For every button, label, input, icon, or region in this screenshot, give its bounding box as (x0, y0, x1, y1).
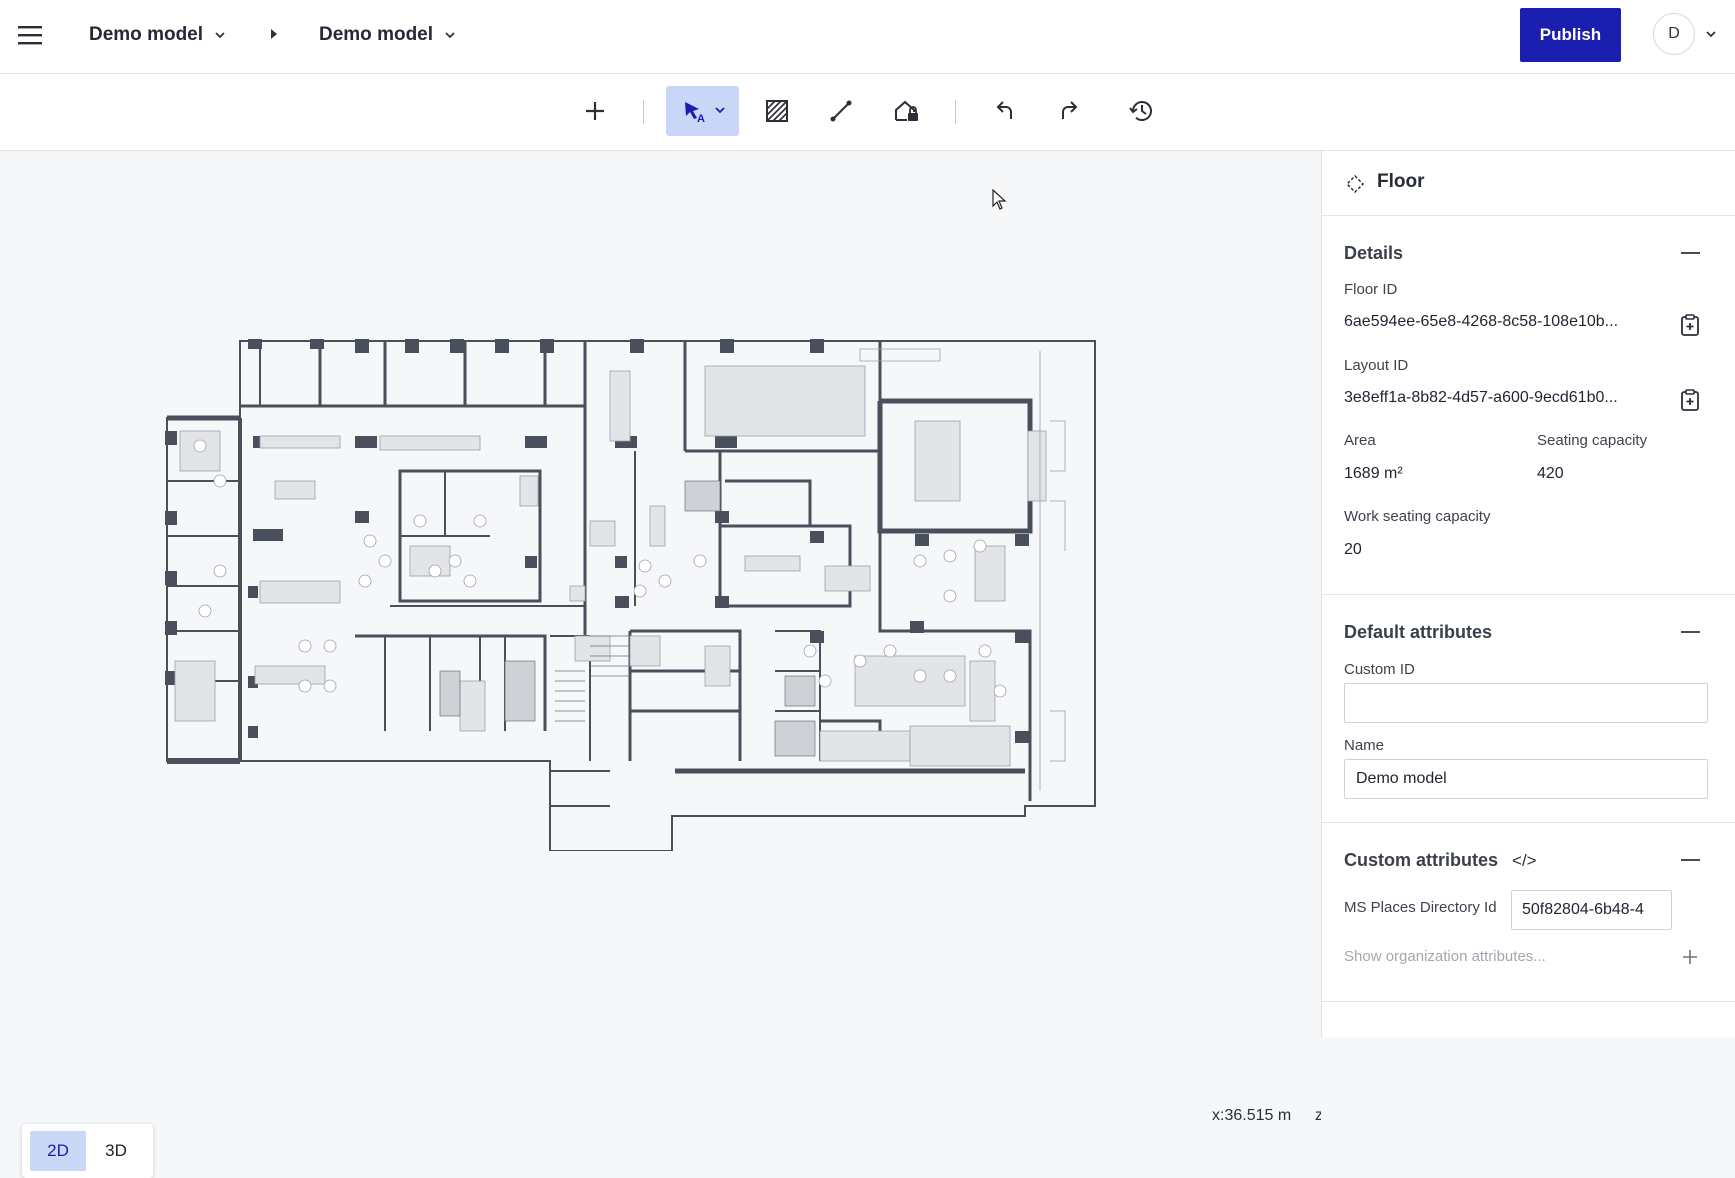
redo-icon (1062, 101, 1078, 119)
collapse-custom-attributes-button[interactable] (1678, 850, 1704, 870)
ms-places-directory-id-label: MS Places Directory Id (1344, 899, 1497, 916)
name-input[interactable] (1344, 759, 1708, 799)
collapse-details-button[interactable] (1678, 243, 1704, 263)
view-3d-button[interactable]: 3D (88, 1131, 144, 1171)
toolbar-divider (643, 100, 644, 124)
breadcrumb-floor[interactable]: Demo model (319, 18, 457, 52)
layout-id-value: 3e8eff1a-8b82-4d57-a600-9ecd61b0... (1344, 389, 1618, 406)
redo-button[interactable] (1044, 86, 1094, 136)
hatch-area-icon (766, 100, 788, 122)
copy-floor-id-icon[interactable] (1678, 313, 1702, 337)
floor-plan-canvas[interactable]: x:36.515 m z 2D 3D (0, 151, 1321, 1178)
chevron-down-icon[interactable] (1704, 27, 1718, 41)
work-seating-capacity-value: 20 (1344, 541, 1362, 558)
floor-icon (1346, 175, 1364, 193)
section-divider (1322, 822, 1735, 823)
line-icon (830, 100, 852, 122)
layout-id-label: Layout ID (1344, 357, 1409, 374)
panel-title: Floor (1377, 171, 1425, 192)
area-label: Area (1344, 432, 1376, 449)
properties-panel: Floor Details Floor ID 6ae594ee-65e8-426… (1321, 151, 1735, 1037)
cursor-coordinate: x:36.515 m (1212, 1107, 1292, 1124)
view-mode-toggle: 2D 3D (22, 1124, 153, 1178)
line-tool-button[interactable] (816, 86, 866, 136)
chevron-down-icon (215, 32, 225, 39)
breadcrumb-separator-icon (271, 29, 277, 39)
name-label: Name (1344, 737, 1385, 754)
undo-icon (996, 101, 1012, 119)
code-icon[interactable]: </> (1512, 851, 1537, 871)
breadcrumb-floor-label: Demo model (319, 24, 434, 45)
fill-shape-tool-button[interactable] (882, 86, 932, 136)
default-attributes-section-title: Default attributes (1344, 622, 1493, 642)
menu-icon[interactable] (16, 22, 46, 48)
publish-button[interactable]: Publish (1520, 8, 1621, 62)
work-seating-capacity-label: Work seating capacity (1344, 508, 1491, 525)
cursor-coordinate-z: z (1315, 1107, 1321, 1124)
mouse-cursor-icon (992, 189, 1007, 210)
floor-plan-drawing[interactable] (160, 331, 1120, 851)
copy-layout-id-icon[interactable] (1678, 388, 1702, 412)
seating-capacity-value: 420 (1537, 465, 1564, 482)
hatch-area-tool-button[interactable] (752, 86, 802, 136)
add-icon (586, 102, 604, 120)
seating-capacity-label: Seating capacity (1537, 432, 1648, 449)
custom-id-input[interactable] (1344, 683, 1708, 723)
custom-id-label: Custom ID (1344, 661, 1415, 678)
show-organization-attributes-link[interactable]: Show organization attributes... (1344, 948, 1546, 965)
select-tool-button[interactable]: A (666, 86, 739, 136)
toolbar-divider (955, 100, 956, 124)
fill-shape-icon (895, 100, 918, 121)
undo-button[interactable] (980, 86, 1030, 136)
panel-header: Floor (1322, 151, 1735, 216)
collapse-default-attributes-button[interactable] (1678, 622, 1704, 642)
top-bar: Demo model Demo model Publish D (0, 0, 1735, 74)
view-2d-button[interactable]: 2D (30, 1131, 86, 1171)
chevron-down-icon (445, 32, 455, 39)
add-button[interactable] (570, 86, 620, 136)
ms-places-directory-id-input[interactable] (1511, 890, 1672, 930)
area-value: 1689 m² (1344, 465, 1403, 482)
custom-attributes-section-title: Custom attributes </> (1344, 850, 1537, 871)
add-attribute-icon[interactable] (1679, 946, 1701, 968)
breadcrumb-building[interactable]: Demo model (89, 18, 227, 52)
history-button[interactable] (1117, 86, 1167, 136)
section-divider (1322, 1001, 1735, 1002)
floor-id-value: 6ae594ee-65e8-4268-8c58-108e10b... (1344, 313, 1619, 330)
floor-id-label: Floor ID (1344, 281, 1398, 298)
custom-attributes-title-label: Custom attributes (1344, 850, 1499, 870)
breadcrumb-building-label: Demo model (89, 24, 204, 45)
details-section-title: Details (1344, 243, 1404, 263)
avatar[interactable]: D (1653, 13, 1695, 55)
history-icon (1129, 101, 1152, 121)
select-icon: A (684, 102, 725, 125)
editor-toolbar: A (0, 74, 1735, 151)
section-divider (1322, 594, 1735, 595)
svg-text:A: A (697, 113, 705, 125)
